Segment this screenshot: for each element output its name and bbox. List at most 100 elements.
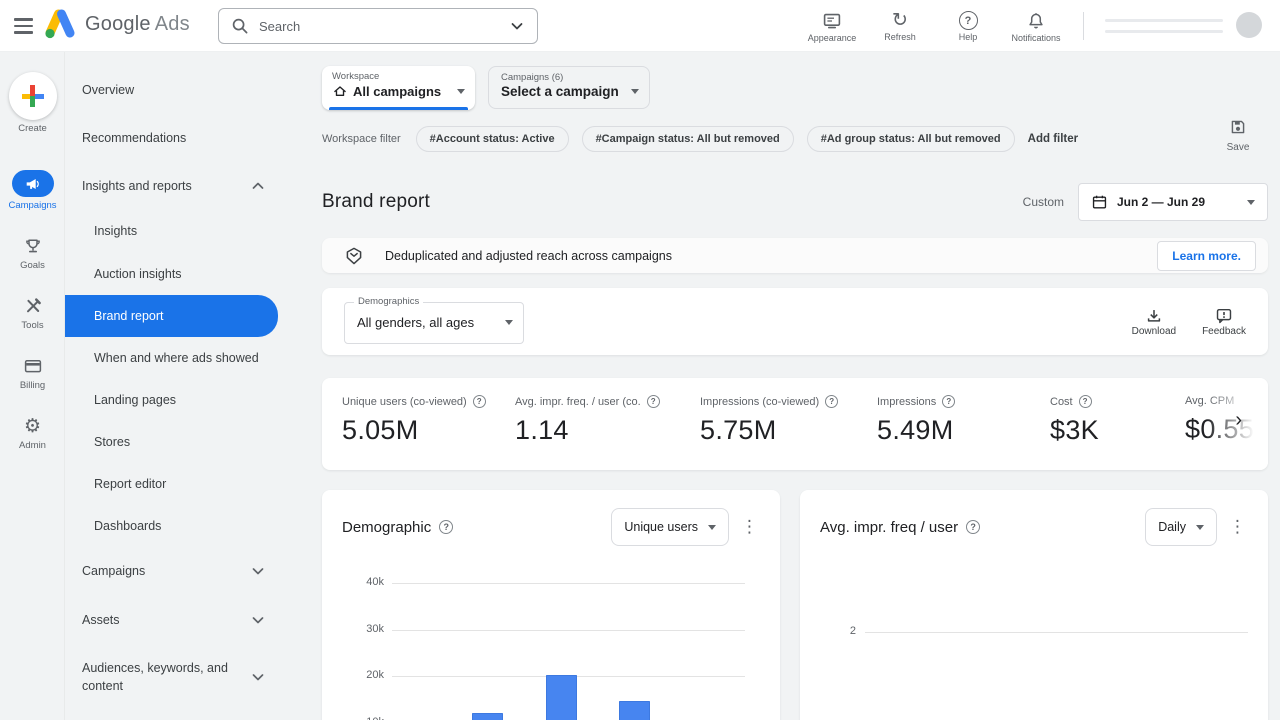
- filter-pill-ad-group-status-all-but-removed[interactable]: #Ad group status: All but removed: [807, 126, 1015, 152]
- plus-icon: [9, 72, 57, 120]
- global-search[interactable]: [218, 8, 538, 44]
- campaign-selector-label: Campaigns (6): [501, 72, 639, 83]
- chevron-down-icon[interactable]: [507, 16, 527, 36]
- search-icon: [231, 17, 249, 35]
- frequency-chart-card: Avg. impr. freq / user ? Daily ⋮ 2: [800, 490, 1268, 720]
- y-axis-tick: 2: [820, 625, 856, 637]
- metric-label: Unique users (co-viewed): [342, 396, 467, 408]
- nav-item-recommendations[interactable]: Recommendations: [65, 114, 310, 162]
- nav-item-overview[interactable]: Overview: [65, 66, 310, 114]
- help-icon: ?: [959, 11, 978, 30]
- nav-item-label: Stores: [94, 433, 130, 451]
- caret-down-icon: [631, 89, 639, 94]
- feedback-button[interactable]: Feedback: [1202, 307, 1246, 337]
- nav-item-stores[interactable]: Stores: [65, 421, 310, 463]
- rail-label: Admin: [0, 440, 65, 451]
- metric-avg-cpm: Avg. CPM$0.55: [1185, 395, 1268, 470]
- feedback-icon: [1215, 307, 1233, 325]
- save-button[interactable]: Save: [1213, 118, 1263, 153]
- nav-item-when-and-where-ads-showed[interactable]: When and where ads showed: [65, 337, 310, 379]
- nav-item-label: Audiences, keywords, and content: [82, 659, 254, 695]
- gridline: [392, 583, 745, 584]
- demographics-selector[interactable]: Demographics All genders, all ages: [344, 302, 524, 344]
- billing-card-icon: [23, 356, 43, 376]
- y-axis-tick: 10k: [342, 716, 384, 720]
- nav-item-audiences-keywords-and-content[interactable]: Audiences, keywords, and content: [65, 644, 310, 710]
- rail-item-tools[interactable]: Tools: [0, 295, 65, 331]
- chevron-down-icon: [252, 615, 264, 625]
- metric-label: Avg. impr. freq. / user (co.: [515, 396, 641, 408]
- demographic-metric-dropdown[interactable]: Unique users: [611, 508, 729, 546]
- help-icon[interactable]: ?: [439, 520, 453, 534]
- more-options-icon[interactable]: ⋮: [1221, 517, 1254, 537]
- nav-item-auction-insights[interactable]: Auction insights: [65, 253, 310, 295]
- notifications-button[interactable]: Notifications: [1002, 5, 1070, 43]
- brand-wordmark: GoogleAds: [85, 13, 190, 36]
- rail-item-campaigns[interactable]: Campaigns: [0, 170, 65, 211]
- help-icon[interactable]: ?: [825, 395, 838, 408]
- nav-item-brand-report[interactable]: Brand report: [65, 295, 278, 337]
- metrics-scroll-next-icon[interactable]: ›: [1235, 410, 1242, 430]
- rail-item-goals[interactable]: Goals: [0, 235, 65, 271]
- nav-item-label: Insights: [94, 222, 137, 240]
- date-range-picker[interactable]: Jun 2 — Jun 29: [1078, 183, 1268, 221]
- menu-hamburger-icon[interactable]: [10, 15, 38, 37]
- nav-item-dashboards[interactable]: Dashboards: [65, 505, 310, 547]
- nav-item-label: Recommendations: [82, 129, 186, 147]
- help-icon[interactable]: ?: [647, 395, 660, 408]
- demographic-bar-1: [472, 713, 503, 720]
- y-axis-tick: 20k: [342, 669, 384, 681]
- campaign-selector[interactable]: Campaigns (6) Select a campaign: [488, 66, 650, 109]
- more-options-icon[interactable]: ⋮: [733, 517, 766, 537]
- help-icon[interactable]: ?: [942, 395, 955, 408]
- frequency-interval-value: Daily: [1158, 520, 1186, 534]
- avatar[interactable]: [1236, 12, 1262, 38]
- ads-logo-mark-icon: [42, 8, 78, 40]
- download-button[interactable]: Download: [1132, 307, 1176, 337]
- appearance-button[interactable]: Appearance: [798, 5, 866, 43]
- add-filter-button[interactable]: Add filter: [1028, 133, 1078, 145]
- workspace-selector[interactable]: Workspace All campaigns: [322, 66, 475, 110]
- download-icon: [1145, 307, 1163, 325]
- demographics-selector-value: All genders, all ages: [357, 315, 474, 330]
- nav-item-campaigns[interactable]: Campaigns: [65, 547, 310, 595]
- filter-pill-campaign-status-all-but-removed[interactable]: #Campaign status: All but removed: [582, 126, 794, 152]
- home-icon: [332, 83, 348, 99]
- dedup-info-banner: Deduplicated and adjusted reach across c…: [322, 238, 1268, 273]
- demographics-selector-label: Demographics: [354, 296, 423, 307]
- filter-pill-account-status-active[interactable]: #Account status: Active: [416, 126, 569, 152]
- campaign-selector-value: Select a campaign: [501, 84, 619, 99]
- nav-item-assets[interactable]: Assets: [65, 596, 310, 644]
- page-title: Brand report: [322, 191, 430, 213]
- workspace-filter-label: Workspace filter: [322, 133, 401, 145]
- caret-down-icon: [708, 525, 716, 530]
- help-icon[interactable]: ?: [1079, 395, 1092, 408]
- nav-item-label: Dashboards: [94, 517, 161, 535]
- download-label: Download: [1132, 326, 1176, 337]
- caret-down-icon: [1196, 525, 1204, 530]
- rail-item-create[interactable]: Create: [0, 72, 65, 134]
- help-icon[interactable]: ?: [473, 395, 486, 408]
- caret-down-icon: [505, 320, 513, 325]
- frequency-interval-dropdown[interactable]: Daily: [1145, 508, 1217, 546]
- nav-item-landing-pages[interactable]: Landing pages: [65, 379, 310, 421]
- date-range-type-label: Custom: [1023, 195, 1064, 209]
- banner-message: Deduplicated and adjusted reach across c…: [385, 249, 672, 263]
- metric-impressions-co-viewed: Impressions (co-viewed)?5.75M: [700, 395, 877, 470]
- refresh-button[interactable]: ↻ Refresh: [866, 5, 934, 43]
- save-icon: [1229, 118, 1247, 136]
- search-input[interactable]: [259, 19, 507, 34]
- date-range-value: Jun 2 — Jun 29: [1117, 195, 1205, 209]
- google-ads-logo: GoogleAds: [42, 8, 190, 40]
- rail-item-billing[interactable]: Billing: [0, 355, 65, 391]
- help-button[interactable]: ? Help: [934, 5, 1002, 43]
- dedup-reach-icon: [344, 246, 364, 266]
- nav-item-insights-and-reports[interactable]: Insights and reports: [65, 162, 310, 210]
- help-icon[interactable]: ?: [966, 520, 980, 534]
- google-ads-app: GoogleAds Appearance: [0, 0, 1280, 720]
- learn-more-button[interactable]: Learn more.: [1157, 241, 1256, 271]
- rail-item-admin[interactable]: ⚙ Admin: [0, 415, 65, 451]
- nav-item-report-editor[interactable]: Report editor: [65, 463, 310, 505]
- left-icon-rail: Create Campaigns: [0, 52, 65, 720]
- nav-item-insights[interactable]: Insights: [65, 210, 310, 252]
